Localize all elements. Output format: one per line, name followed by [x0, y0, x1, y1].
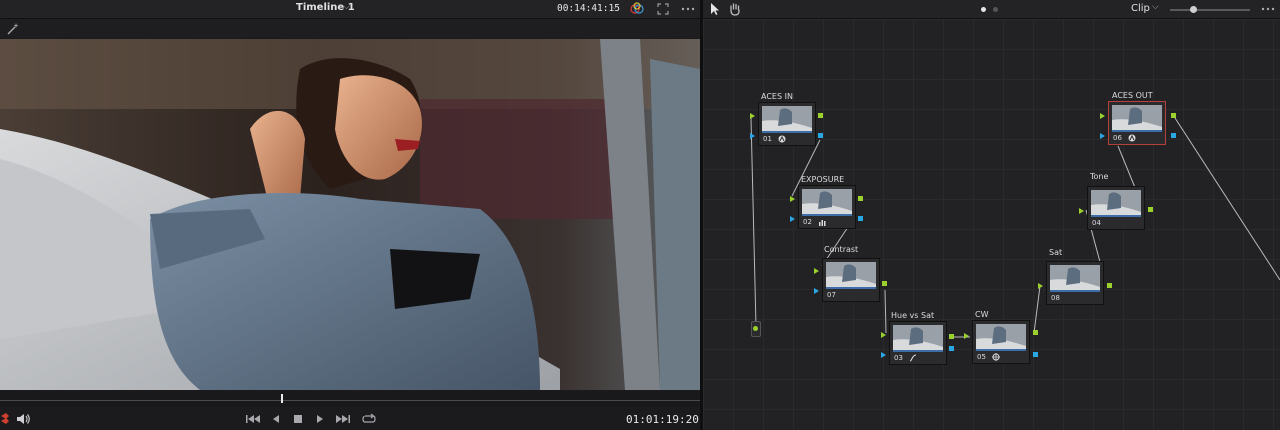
- alpha-output-port[interactable]: [818, 133, 823, 138]
- rgb-output-port[interactable]: [858, 196, 863, 201]
- rgb-input-port[interactable]: [964, 333, 969, 339]
- node-01[interactable]: 01: [758, 102, 816, 146]
- node-thumbnail: [1091, 190, 1141, 215]
- alpha-input-port[interactable]: [881, 352, 886, 358]
- node-label: EXPOSURE: [801, 175, 845, 184]
- node-status-bar: [1091, 215, 1141, 217]
- rgb-output-port[interactable]: [1148, 207, 1153, 212]
- alpha-input-port[interactable]: [1100, 133, 1105, 139]
- rgb-output-port[interactable]: [1107, 283, 1112, 288]
- node-number: 02: [803, 218, 812, 226]
- node-status-bar: [802, 214, 852, 216]
- rgb-output-port[interactable]: [818, 113, 823, 118]
- rgb-input-port[interactable]: [1100, 113, 1105, 119]
- color-wheel-icon: [992, 353, 1000, 361]
- node-thumbnail: [1050, 265, 1100, 290]
- rgb-output-port[interactable]: [882, 281, 887, 286]
- node-thumbnail: [976, 324, 1026, 349]
- node-02[interactable]: 02: [798, 185, 856, 229]
- node-06[interactable]: 06: [1108, 101, 1166, 145]
- node-number: 06: [1113, 134, 1122, 142]
- node-03[interactable]: 03: [889, 321, 947, 365]
- node-thumbnail: [826, 262, 876, 287]
- node-thumbnail: [802, 189, 852, 214]
- rgb-input-port[interactable]: [750, 113, 755, 119]
- node-status-bar: [826, 287, 876, 289]
- node-number: 05: [977, 353, 986, 361]
- node-status-bar: [762, 131, 812, 133]
- node-number: 04: [1092, 219, 1101, 227]
- alpha-output-port[interactable]: [949, 346, 954, 351]
- node-status-bar: [893, 350, 943, 352]
- rgb-input-port[interactable]: [790, 196, 795, 202]
- node-label: ACES IN: [761, 92, 793, 101]
- node-04[interactable]: 04: [1087, 186, 1145, 230]
- rgb-output-port[interactable]: [949, 334, 954, 339]
- node-status-bar: [976, 349, 1026, 351]
- rgb-input-port[interactable]: [814, 268, 819, 274]
- node-label: ACES OUT: [1112, 91, 1153, 100]
- node-label: Tone: [1090, 172, 1109, 181]
- node-number: 03: [894, 354, 903, 362]
- node-label: Hue vs Sat: [891, 311, 935, 320]
- aces-icon: [1128, 134, 1136, 142]
- node-thumbnail: [893, 325, 943, 350]
- node-label: Sat: [1049, 248, 1063, 257]
- node-label: CW: [975, 310, 989, 319]
- rgb-input-port[interactable]: [881, 332, 886, 338]
- node-label: Contrast: [824, 245, 859, 254]
- rgb-output-port[interactable]: [1171, 113, 1176, 118]
- curve-icon: [909, 354, 917, 362]
- alpha-output-port[interactable]: [1033, 352, 1038, 357]
- rgb-input-port[interactable]: [1038, 283, 1043, 289]
- alpha-output-port[interactable]: [858, 216, 863, 221]
- node-status-bar: [1050, 290, 1100, 292]
- node-thumbnail: [762, 106, 812, 131]
- alpha-input-port[interactable]: [750, 133, 755, 139]
- alpha-input-port[interactable]: [790, 216, 795, 222]
- node-number: 07: [827, 291, 836, 299]
- node-07[interactable]: 07: [822, 258, 880, 302]
- alpha-input-port[interactable]: [814, 288, 819, 294]
- rgb-input-port[interactable]: [1079, 208, 1084, 214]
- alpha-output-port[interactable]: [1171, 133, 1176, 138]
- source-output-port[interactable]: [753, 326, 758, 331]
- node-thumbnail: [1112, 105, 1162, 130]
- node-number: 08: [1051, 294, 1060, 302]
- levels-icon: [819, 220, 826, 226]
- rgb-output-port[interactable]: [1033, 330, 1038, 335]
- node-08[interactable]: 08: [1046, 261, 1104, 305]
- node-number: 01: [763, 135, 772, 143]
- aces-icon: [778, 135, 786, 143]
- node-05[interactable]: 05: [972, 320, 1030, 364]
- node-status-bar: [1112, 130, 1162, 132]
